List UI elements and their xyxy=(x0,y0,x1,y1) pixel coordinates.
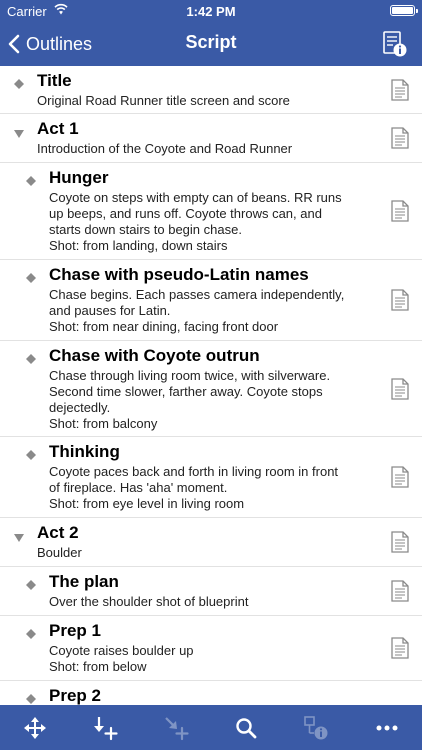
navigation-bar: Outlines Script xyxy=(0,22,422,66)
move-icon xyxy=(24,716,47,739)
diamond-icon[interactable] xyxy=(25,353,37,365)
row-title: Chase with Coyote outrun xyxy=(49,346,260,365)
note-icon[interactable] xyxy=(390,580,410,602)
row-description: Over the shoulder shot of blueprint xyxy=(49,594,249,609)
note-icon[interactable] xyxy=(390,200,410,222)
add-child-button[interactable] xyxy=(85,708,125,748)
note-icon[interactable] xyxy=(390,378,410,400)
row-description: Coyote paces back and forth in living ro… xyxy=(49,464,339,511)
document-info-icon[interactable] xyxy=(382,30,408,58)
search-button[interactable] xyxy=(226,708,266,748)
diamond-icon[interactable] xyxy=(13,78,25,90)
chevron-left-icon xyxy=(8,34,20,54)
note-icon[interactable] xyxy=(390,127,410,149)
outline-row[interactable]: Hunger Coyote on steps with empty can of… xyxy=(0,163,422,260)
demote-button[interactable] xyxy=(156,708,196,748)
diamond-icon[interactable] xyxy=(25,693,37,705)
row-description: Chase through living room twice, with si… xyxy=(49,368,331,431)
note-icon[interactable] xyxy=(390,79,410,101)
row-description: Original Road Runner title screen and sc… xyxy=(37,93,290,108)
outline-row[interactable]: Act 2 Boulder xyxy=(0,518,422,567)
more-icon xyxy=(376,725,398,730)
outline-row[interactable]: Chase with Coyote outrun Chase through l… xyxy=(0,341,422,437)
battery-icon xyxy=(390,5,418,16)
row-title: Chase with pseudo-Latin names xyxy=(49,265,309,284)
back-button-label: Outlines xyxy=(26,33,93,54)
note-icon[interactable] xyxy=(390,637,410,659)
outline-row[interactable]: Act 1 Introduction of the Coyote and Roa… xyxy=(0,114,422,163)
row-description: Coyote raises boulder up Shot: from belo… xyxy=(49,643,194,674)
move-button[interactable] xyxy=(15,708,55,748)
demote-icon xyxy=(165,716,189,740)
back-button[interactable]: Outlines xyxy=(8,30,92,58)
row-title: Hunger xyxy=(49,168,109,187)
diamond-icon[interactable] xyxy=(25,628,37,640)
outline-row[interactable]: Title Original Road Runner title screen … xyxy=(0,66,422,114)
header: Carrier 1:42 PM Outlines Script xyxy=(0,0,422,66)
row-title: Prep 1 xyxy=(49,621,101,640)
outline-row[interactable]: Prep 2 xyxy=(0,681,422,705)
disclosure-triangle-icon[interactable] xyxy=(13,532,25,544)
note-icon[interactable] xyxy=(390,531,410,553)
row-description: Chase begins. Each passes camera indepen… xyxy=(49,287,345,334)
info-button[interactable] xyxy=(296,708,336,748)
bottom-toolbar xyxy=(0,705,422,750)
info-icon xyxy=(304,715,328,739)
note-icon[interactable] xyxy=(390,466,410,488)
diamond-icon[interactable] xyxy=(25,175,37,187)
row-description: Introduction of the Coyote and Road Runn… xyxy=(37,141,293,156)
disclosure-triangle-icon[interactable] xyxy=(13,128,25,140)
outline-list: Title Original Road Runner title screen … xyxy=(0,66,422,705)
row-title: Thinking xyxy=(49,442,120,461)
row-description: Coyote on steps with empty can of beans.… xyxy=(49,190,342,253)
row-title: Title xyxy=(37,71,72,90)
search-icon xyxy=(236,717,257,738)
outline-row[interactable]: Chase with pseudo-Latin names Chase begi… xyxy=(0,260,422,341)
diamond-icon[interactable] xyxy=(25,449,37,461)
row-description: Boulder xyxy=(37,545,82,560)
status-bar: Carrier 1:42 PM xyxy=(0,0,422,22)
outline-row[interactable]: Thinking Coyote paces back and forth in … xyxy=(0,437,422,518)
outline-row[interactable]: The plan Over the shoulder shot of bluep… xyxy=(0,567,422,616)
add-child-icon xyxy=(94,716,119,740)
more-button[interactable] xyxy=(367,708,407,748)
note-icon[interactable] xyxy=(390,289,410,311)
row-title: Act 2 xyxy=(37,523,79,542)
diamond-icon[interactable] xyxy=(25,272,37,284)
row-title: Prep 2 xyxy=(49,686,101,705)
row-title: The plan xyxy=(49,572,119,591)
row-title: Act 1 xyxy=(37,119,79,138)
clock: 1:42 PM xyxy=(186,4,236,19)
outline-row[interactable]: Prep 1 Coyote raises boulder up Shot: fr… xyxy=(0,616,422,681)
diamond-icon[interactable] xyxy=(25,579,37,591)
